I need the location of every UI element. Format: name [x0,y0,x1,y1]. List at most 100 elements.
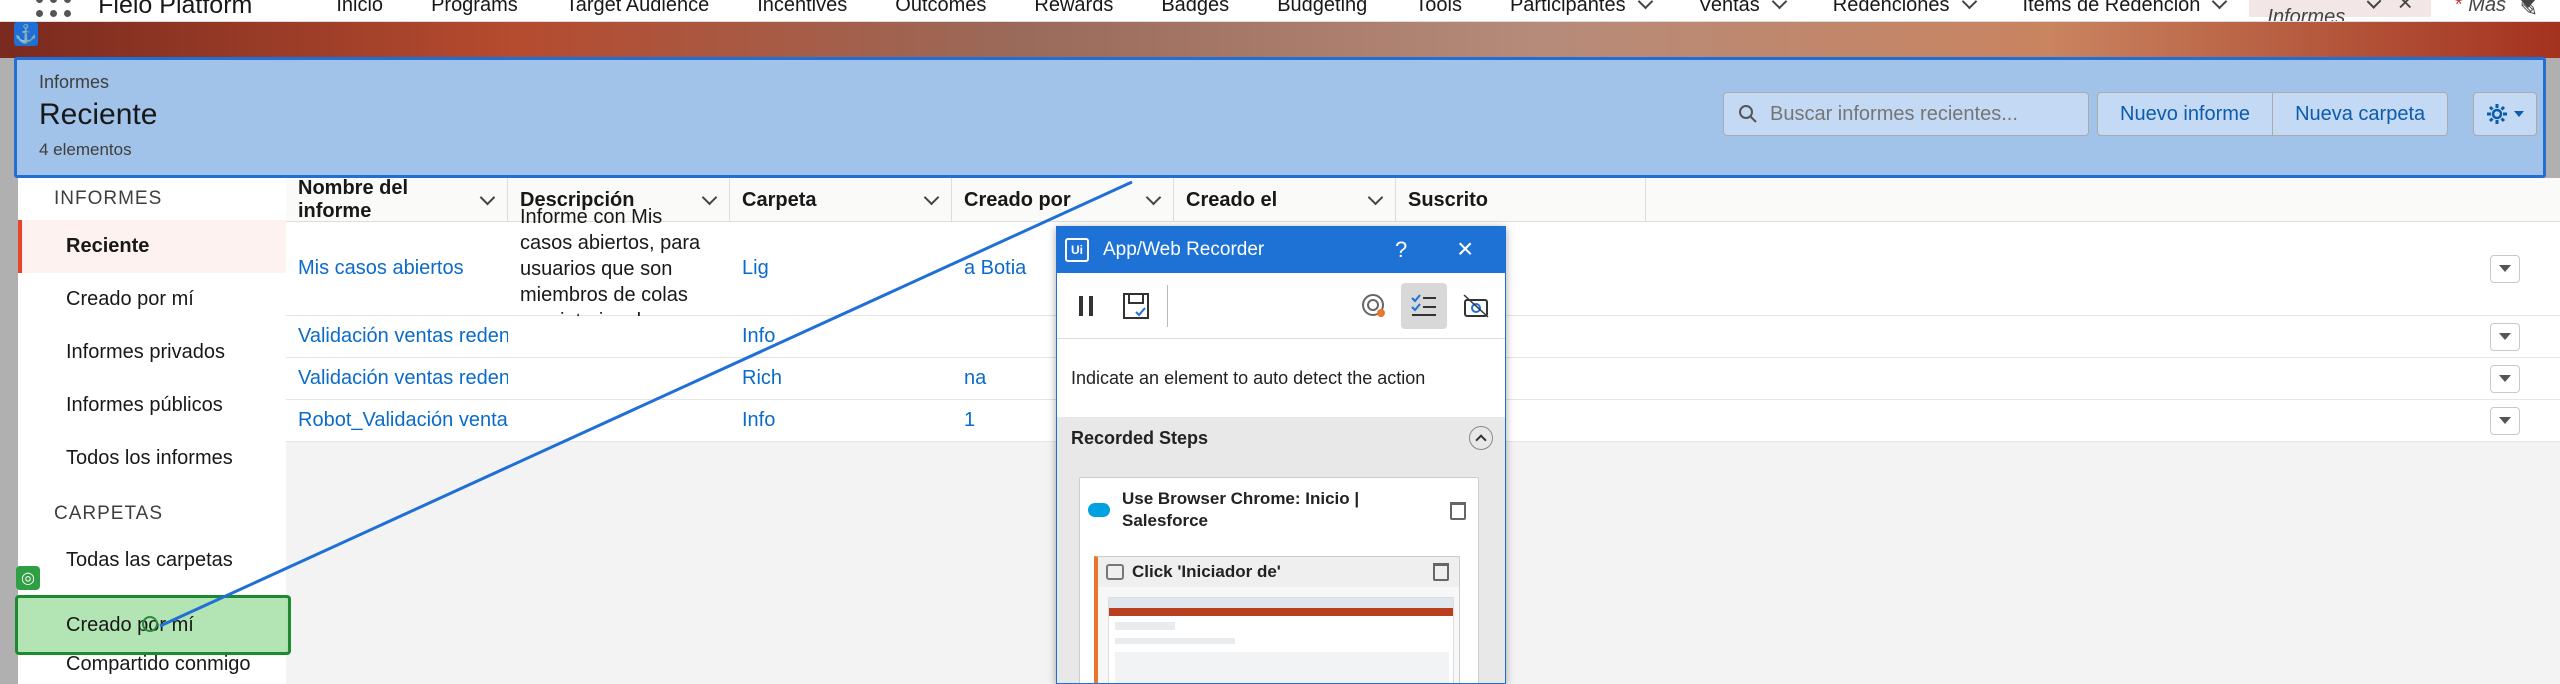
caret-down-icon [2499,333,2511,340]
step-use-browser[interactable]: Use Browser Chrome: Inicio | Salesforce … [1079,477,1479,683]
column-header-label: Creado por [964,188,1071,211]
chevron-down-icon[interactable] [479,189,496,205]
header-banner-image [0,22,2560,58]
nav-item-budgeting[interactable]: Budgeting [1277,0,1367,17]
delete-icon[interactable] [1433,563,1449,581]
chevron-down-icon[interactable] [2212,0,2228,10]
close-icon[interactable]: × [1457,233,1473,265]
cell-name[interactable]: Validación ventas redenciones Robot [286,325,508,348]
chevron-down-icon[interactable] [1961,0,1977,10]
app-launcher-icon[interactable] [36,0,71,21]
column-header[interactable]: Creado por [952,178,1174,222]
cell-folder[interactable]: Info [730,325,952,348]
cell-name[interactable]: Validación ventas redenciones [286,367,508,390]
camera-icon [1463,294,1489,318]
item-count: 4 elementos [39,140,132,159]
delete-icon[interactable] [1450,502,1466,520]
recorded-steps-header: Recorded Steps [1057,417,1505,459]
recorder-toolbar [1057,273,1505,339]
checklist-icon [1411,294,1436,316]
tab-informes[interactable]: * Informes × [2249,0,2431,21]
column-header[interactable]: Suscrito [1396,178,1646,222]
list-view-header[interactable]: Informes Reciente 4 elementos Nuevo info… [14,57,2546,178]
chevron-down-icon[interactable] [2366,0,2383,10]
sidebar-item-creado-por-m-[interactable]: Creado por mí [18,273,286,326]
nav-item-outcomes[interactable]: Outcomes [895,0,986,17]
chevron-down-icon[interactable] [701,189,718,205]
step-click[interactable]: Click 'Iniciador de' [1094,556,1460,683]
list-settings-button[interactable] [2473,92,2537,136]
recorder-title: App/Web Recorder [1103,239,1265,260]
step-label: Click 'Iniciador de' [1132,562,1281,581]
cell-folder[interactable]: Rich [730,367,952,390]
page-title: Reciente [39,98,158,131]
row-actions-button[interactable] [2490,254,2520,283]
breadcrumb[interactable]: Informes [39,72,109,93]
nav-item-rewards[interactable]: Rewards [1034,0,1113,17]
screenshot-button[interactable] [1453,283,1499,329]
nav-item-label: Budgeting [1277,0,1368,16]
tab-mas-label: Más [2468,0,2506,16]
new-report-button[interactable]: Nuevo informe [2097,92,2274,136]
help-icon[interactable]: ? [1395,237,1407,263]
sidebar-item-creado-por-mi-folders[interactable]: Creado por mí [15,595,291,655]
nav-item-target-audience[interactable]: Target Audience [566,0,709,17]
nav-item-ventas[interactable]: Ventas [1699,0,1788,17]
cell-folder[interactable]: Lig [730,257,952,280]
search-box[interactable] [1723,92,2089,136]
chevron-down-icon[interactable] [1145,189,1162,205]
nav-item-label: Programs [431,0,518,16]
click-icon [1106,564,1124,580]
row-actions-button[interactable] [2490,322,2520,351]
new-folder-button[interactable]: Nueva carpeta [2273,92,2449,136]
edit-nav-icon[interactable]: ✎ [2520,0,2538,21]
toolbar-divider [1167,285,1168,327]
nav-item--tems-de-redenci-n[interactable]: Ítems de Redención [2022,0,2228,17]
column-header[interactable]: Carpeta [730,178,952,222]
search-icon [1739,105,1757,123]
cell-name[interactable]: Mis casos abiertos [286,257,508,280]
nav-item-programs[interactable]: Programs [431,0,518,17]
cell-name[interactable]: Robot_Validación ventas redenciones [286,409,508,432]
nav-item-participantes[interactable]: Participantes [1509,0,1653,17]
pause-button[interactable] [1063,283,1109,329]
column-header[interactable]: Nombre del informe [286,177,508,222]
step-label: Use Browser Chrome: Inicio | Salesforce [1122,489,1360,530]
unsaved-marker: * [2267,0,2275,5]
caret-down-icon [2514,111,2524,117]
search-input[interactable] [1770,102,2070,126]
chevron-down-icon[interactable] [1771,0,1788,10]
chevron-down-icon[interactable] [1637,0,1653,10]
target-detect-button[interactable] [1351,283,1397,329]
nav-item-badges[interactable]: Badges [1161,0,1229,17]
cell-description: Informe con Mis casos abiertos, para usu… [520,205,710,332]
row-actions-button[interactable] [2490,406,2520,435]
recorded-steps-toggle[interactable] [1401,283,1447,329]
collapse-button[interactable] [1469,426,1493,450]
column-header-label: Nombre del informe [298,177,409,222]
nav-item-redenciones[interactable]: Redenciones [1832,0,1977,17]
sidebar-item-todas-carpetas[interactable]: Todas las carpetas [18,535,286,585]
chevron-down-icon[interactable] [923,189,940,205]
save-button[interactable] [1113,283,1159,329]
column-header[interactable]: Creado el [1174,178,1396,222]
close-icon[interactable]: × [2398,0,2413,18]
nav-item-label: Ítems de Redención [2022,0,2201,16]
cell-folder[interactable]: Info [730,409,952,432]
nav-item-label: Inicio [336,0,384,16]
sidebar-item-todos-los-informes[interactable]: Todos los informes [18,432,286,485]
sidebar-item-informes-privados[interactable]: Informes privados [18,326,286,379]
nav-item-inicio[interactable]: Inicio [336,0,383,17]
nav-item-label: Redenciones [1832,0,1950,16]
column-header-label: Carpeta [742,188,817,211]
sidebar-item-reciente[interactable]: Reciente [18,220,286,273]
nav-item-label: Participantes [1509,0,1626,16]
recorder-window: Ui App/Web Recorder ? × Indicate an elem… [1056,226,1506,684]
chevron-up-icon [1475,434,1487,446]
sidebar-item-informes-p-blicos[interactable]: Informes públicos [18,379,286,432]
nav-item-tools[interactable]: Tools [1415,0,1462,17]
nav-item-incentives[interactable]: Incentives [757,0,847,17]
uipath-logo-icon: Ui [1065,238,1089,262]
chevron-down-icon[interactable] [1367,189,1384,205]
row-actions-button[interactable] [2490,364,2520,393]
